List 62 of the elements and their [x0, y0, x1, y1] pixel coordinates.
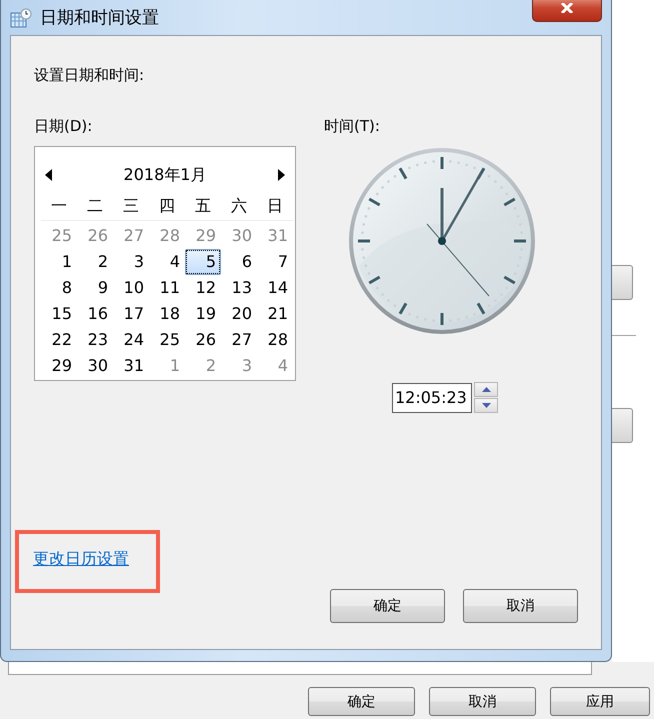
calendar[interactable]: 2018年1月 一 二 三 四 五 六 日 25 26 27 28 29 30 31 1 2 3 4 5 6 7 8 9 10 11 12 13 14 15 16 17 18 19 20 21 22 23 24 25 26 27 28 29 30 31 1 2 3 4 — [34, 146, 296, 381]
close-icon[interactable] — [560, 3, 574, 13]
dialog-button[interactable]: 应用 — [550, 687, 650, 716]
window-title: 日期和时间设置 — [40, 7, 159, 29]
dialog-button[interactable]: 确定 — [308, 687, 415, 716]
dialog-button[interactable]: 取消 — [463, 589, 578, 623]
weekday-label: 日 — [257, 193, 293, 221]
close-button[interactable] — [532, 0, 602, 22]
section-heading: 设置日期和时间: — [34, 66, 146, 85]
calendar-day[interactable]: 28 — [257, 327, 293, 353]
calendar-day[interactable]: 24 — [113, 327, 149, 353]
weekday-label: 四 — [149, 193, 185, 221]
calendar-day[interactable]: 22 — [41, 327, 77, 353]
weekday-label: 二 — [77, 193, 113, 221]
month-title[interactable]: 2018年1月 — [124, 164, 206, 186]
weekday-label: 六 — [221, 193, 257, 221]
previous-month-icon[interactable] — [45, 169, 52, 181]
calendar-day[interactable]: 7 — [257, 249, 293, 275]
button-edge[interactable] — [612, 265, 633, 300]
calendar-day[interactable]: 18 — [149, 301, 185, 327]
weekday-label: 五 — [185, 193, 221, 221]
calendar-day[interactable]: 30 — [77, 353, 113, 379]
calendar-day[interactable]: 25 — [149, 327, 185, 353]
date-label: 日期(D): — [34, 117, 94, 136]
calendar-day[interactable]: 26 — [185, 327, 221, 353]
calendar-day[interactable]: 17 — [113, 301, 149, 327]
calendar-day[interactable]: 12 — [185, 275, 221, 301]
calendar-day[interactable]: 8 — [41, 275, 77, 301]
weekday-label: 一 — [41, 193, 77, 221]
calendar-day[interactable]: 6 — [221, 249, 257, 275]
calendar-day[interactable]: 16 — [77, 301, 113, 327]
button-edge[interactable] — [612, 408, 633, 443]
calendar-day[interactable]: 20 — [221, 301, 257, 327]
calendar-day[interactable]: 11 — [149, 275, 185, 301]
calendar-day[interactable]: 14 — [257, 275, 293, 301]
calendar-day[interactable]: 29 — [41, 353, 77, 379]
calendar-day[interactable]: 31 — [113, 353, 149, 379]
calendar-day[interactable]: 2 — [77, 249, 113, 275]
time-field[interactable]: 12:05:23 — [392, 382, 472, 412]
time-label: 时间(T): — [324, 117, 380, 136]
calendar-day[interactable]: 4 — [149, 249, 185, 275]
calendar-day[interactable]: 21 — [257, 301, 293, 327]
calendar-day[interactable]: 3 — [113, 249, 149, 275]
dialog-button[interactable]: 取消 — [429, 687, 536, 716]
weekday-label: 三 — [113, 193, 149, 221]
spin-up-button[interactable] — [474, 382, 498, 397]
calendar-day[interactable]: 13 — [221, 275, 257, 301]
calendar-settings-link[interactable]: 更改日历设置 — [33, 549, 129, 570]
up-arrow-icon[interactable] — [482, 387, 490, 392]
calendar-day[interactable]: 23 — [77, 327, 113, 353]
down-arrow-icon[interactable] — [482, 403, 490, 408]
calendar-day[interactable]: 10 — [113, 275, 149, 301]
spin-down-button[interactable] — [474, 398, 498, 413]
calendar-clock-icon — [10, 8, 32, 28]
next-month-icon[interactable] — [278, 169, 285, 181]
calendar-day[interactable]: 15 — [41, 301, 77, 327]
calendar-day[interactable]: 19 — [185, 301, 221, 327]
calendar-day[interactable]: 27 — [221, 327, 257, 353]
calendar-day[interactable]: 1 — [41, 249, 77, 275]
calendar-day[interactable]: 9 — [77, 275, 113, 301]
dialog-button[interactable]: 确定 — [330, 589, 445, 623]
calendar-day[interactable]: 5 — [185, 249, 221, 275]
